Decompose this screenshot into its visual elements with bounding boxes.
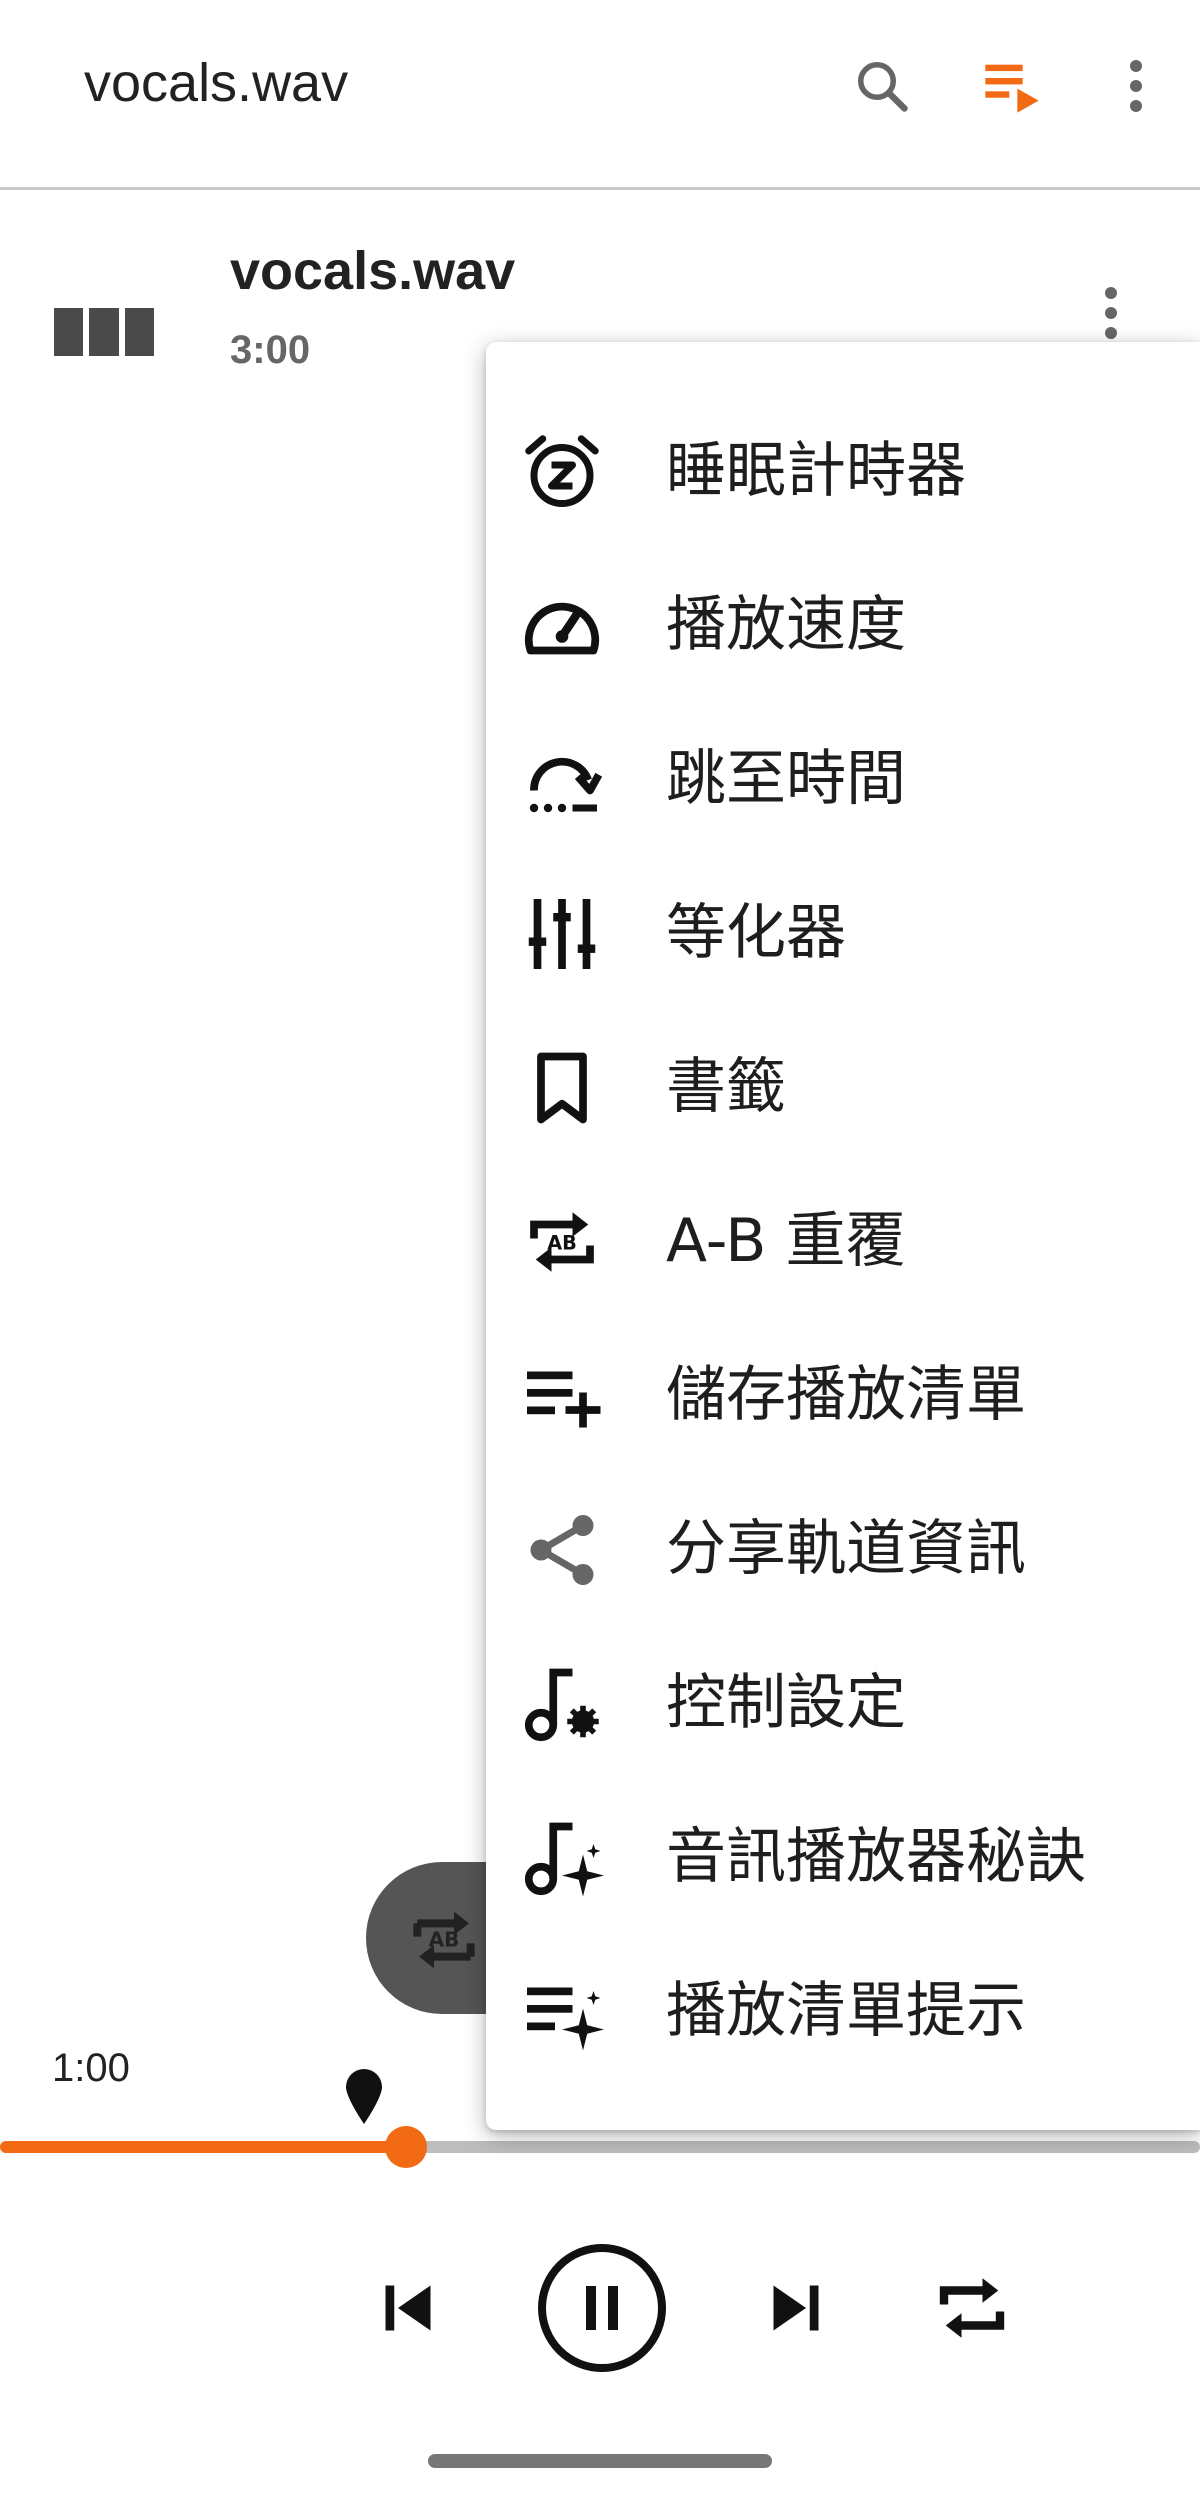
bookmark-icon [520, 1046, 604, 1130]
playlist-tips-icon [520, 1970, 604, 2054]
menu-item-label: 儲存播放清單 [666, 1360, 1026, 1430]
current-time: 1:00 [52, 2046, 130, 2090]
menu-item-label: A-B 重覆 [666, 1206, 906, 1276]
speed-icon [520, 584, 604, 668]
menu-item-control-settings[interactable]: 控制設定 [486, 1626, 1200, 1780]
now-playing-icon [54, 308, 154, 356]
music-tips-icon [520, 1816, 604, 1900]
track-more-icon[interactable] [1076, 278, 1146, 348]
jump-to-time-icon [520, 738, 604, 822]
skip-previous-icon[interactable] [368, 2268, 448, 2348]
menu-item-equalizer[interactable]: 等化器 [486, 856, 1200, 1010]
track-title: vocals.wav [230, 241, 516, 301]
music-settings-icon [520, 1662, 604, 1746]
gesture-nav-handle[interactable] [428, 2454, 772, 2468]
pause-icon [538, 2244, 666, 2372]
ab-repeat-chip-icon: AB [413, 1911, 475, 1969]
menu-item-label: 書籤 [666, 1052, 786, 1122]
equalizer-icon [520, 892, 604, 976]
bookmark-marker-icon[interactable] [344, 2068, 384, 2124]
playlist-add-icon [520, 1354, 604, 1438]
menu-item-label: 等化器 [666, 898, 846, 968]
seek-bar-progress [0, 2141, 406, 2153]
menu-item-bookmark[interactable]: 書籤 [486, 1010, 1200, 1164]
menu-item-label: 播放清單提示 [666, 1976, 1026, 2046]
menu-item-label: 睡眠計時器 [666, 436, 966, 506]
menu-item-label: 播放速度 [666, 590, 906, 660]
menu-item-ab-repeat[interactable]: AB A-B 重覆 [486, 1164, 1200, 1318]
search-icon[interactable] [846, 50, 918, 122]
menu-item-audio-player-tips[interactable]: 音訊播放器秘訣 [486, 1780, 1200, 1934]
share-icon [520, 1508, 604, 1592]
skip-next-icon[interactable] [756, 2268, 836, 2348]
menu-item-sleep-timer[interactable]: 睡眠計時器 [486, 394, 1200, 548]
menu-item-label: 控制設定 [666, 1668, 906, 1738]
svg-text:AB: AB [429, 1928, 460, 1952]
overflow-menu: 睡眠計時器 播放速度 跳至時間 等化器 書籤 AB A-B 重覆 儲存播放清單 … [486, 342, 1200, 2130]
seek-bar-thumb[interactable] [385, 2126, 427, 2168]
more-vert-icon[interactable] [1100, 50, 1172, 122]
menu-item-save-playlist[interactable]: 儲存播放清單 [486, 1318, 1200, 1472]
queue-icon[interactable] [976, 50, 1048, 122]
menu-item-label: 分享軌道資訊 [666, 1514, 1026, 1584]
menu-item-share-track-info[interactable]: 分享軌道資訊 [486, 1472, 1200, 1626]
menu-item-playback-speed[interactable]: 播放速度 [486, 548, 1200, 702]
sleep-timer-icon [520, 430, 604, 514]
menu-item-label: 跳至時間 [666, 744, 906, 814]
menu-item-label: 音訊播放器秘訣 [666, 1822, 1086, 1892]
menu-item-jump-to-time[interactable]: 跳至時間 [486, 702, 1200, 856]
app-bar-title: vocals.wav [84, 53, 349, 113]
pause-button[interactable] [536, 2242, 668, 2374]
top-app-bar: vocals.wav [0, 0, 1200, 190]
svg-text:AB: AB [547, 1232, 577, 1255]
track-duration: 3:00 [230, 328, 311, 372]
menu-item-playlist-tips[interactable]: 播放清單提示 [486, 1934, 1200, 2088]
ab-repeat-icon: AB [520, 1200, 604, 1284]
repeat-icon[interactable] [924, 2260, 1020, 2356]
